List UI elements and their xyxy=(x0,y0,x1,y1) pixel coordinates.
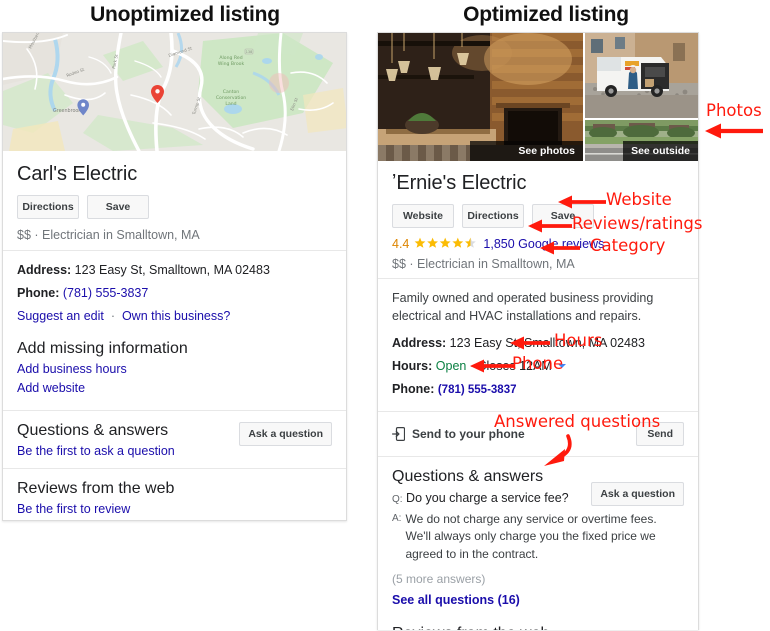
add-website-link[interactable]: Add website xyxy=(17,381,332,395)
map-preview[interactable]: Moulberry St Rodeo St Park St Diamond St… xyxy=(3,33,346,151)
price-level: $$ xyxy=(392,257,406,271)
add-missing-information-heading: Add missing information xyxy=(17,339,188,357)
svg-text:Canton: Canton xyxy=(223,89,240,95)
stars-graphic xyxy=(414,237,477,248)
price-level: $$ xyxy=(17,228,31,242)
hours-status: Open xyxy=(435,358,467,373)
annotation-hours: Hours xyxy=(554,331,603,350)
rating-value: 4.4 xyxy=(392,237,410,251)
qa-question-row[interactable]: Q: Do you charge a service fee? xyxy=(392,491,591,505)
photo-street-view[interactable]: See outside xyxy=(585,120,698,161)
annotation-photos: Photos xyxy=(706,101,762,120)
phone-number-link[interactable]: (781) 555-3837 xyxy=(63,286,148,300)
add-missing-information-block: Add missing information Add business hou… xyxy=(3,331,346,410)
photo-van-graphic xyxy=(585,33,698,118)
optimized-listing-card: See photos See outside ʼ Ernie's Electri… xyxy=(377,32,699,630)
arrow-website xyxy=(558,195,606,209)
unoptimized-listing-card: Moulberry St Rodeo St Park St Diamond St… xyxy=(2,32,347,521)
category-label: Electrician in Smalltown, MA xyxy=(417,257,575,271)
optimized-web-reviews-block: Reviews from the web 4.4/5 Facebook · 1,… xyxy=(378,615,698,630)
own-this-business-link[interactable]: Own this business? xyxy=(122,309,230,323)
optimized-qa-block: Questions & answers Q: Do you charge a s… xyxy=(378,455,698,615)
svg-text:138: 138 xyxy=(246,50,252,54)
separator-dot: · xyxy=(34,228,39,242)
suggest-an-edit-link[interactable]: Suggest an edit xyxy=(17,309,104,323)
photo-van[interactable] xyxy=(585,33,698,118)
reviews-heading-optimized: Reviews from the web xyxy=(392,625,684,630)
star-rating-icon xyxy=(414,237,478,251)
business-name-unoptimized: Carl's Electric xyxy=(17,163,138,185)
business-description: Family owned and operated business provi… xyxy=(392,291,654,323)
address-row: Address: 123 Easy St, Smalltown, MA 0248… xyxy=(17,262,332,278)
unoptimized-header-block: Carl's Electric Directions Save $$ · Ele… xyxy=(3,151,346,250)
website-button[interactable]: Website xyxy=(392,204,454,228)
qa-answer-row: A: We do not charge any service or overt… xyxy=(392,511,684,563)
map-place-label: Greenbrook xyxy=(53,108,81,114)
category-label: Electrician in Smalltown, MA xyxy=(42,228,200,242)
category-line-unoptimized: $$ · Electrician in Smalltown, MA xyxy=(17,228,332,242)
address-label: Address: xyxy=(17,263,72,277)
phone-label: Phone: xyxy=(392,382,435,396)
svg-text:Wing Brook: Wing Brook xyxy=(218,61,245,67)
action-button-row-unoptimized: Directions Save xyxy=(17,195,332,219)
svg-text:Conservation: Conservation xyxy=(216,95,246,101)
annotation-category: Category xyxy=(590,236,666,255)
svg-text:Along Red: Along Red xyxy=(219,55,242,61)
phone-number-link[interactable]: (781) 555-3837 xyxy=(438,384,517,396)
separator-dot: · xyxy=(409,257,414,271)
arrow-reviews-ratings xyxy=(528,219,572,233)
more-answers-label: (5 more answers) xyxy=(392,572,486,587)
phone-label: Phone: xyxy=(17,286,60,301)
add-business-hours-link[interactable]: Add business hours xyxy=(17,362,332,376)
unoptimized-contact-block: Address: 123 Easy St, Smalltown, MA 0248… xyxy=(3,250,346,331)
be-first-to-ask-link[interactable]: Be the first to ask a question xyxy=(17,444,175,458)
unoptimized-qa-block: Questions & answers Be the first to ask … xyxy=(3,409,346,468)
comparison-figure: Unoptimized listing Optimized listing Mo… xyxy=(0,0,770,631)
hours-label: Hours: xyxy=(392,358,433,373)
annotation-reviews-ratings: Reviews/ratings xyxy=(572,214,703,233)
save-button[interactable]: Save xyxy=(87,195,149,219)
directions-button[interactable]: Directions xyxy=(462,204,524,228)
directions-button[interactable]: Directions xyxy=(17,195,79,219)
qa-answer-text: We do not charge any service or overtime… xyxy=(405,511,657,561)
ask-a-question-button[interactable]: Ask a question xyxy=(239,421,332,446)
address-value: 123 Easy St, Smalltown, MA 02483 xyxy=(74,263,270,277)
photo-side-column: See outside xyxy=(585,33,698,161)
map-pin-icon xyxy=(151,85,164,103)
heading-unoptimized: Unoptimized listing xyxy=(90,3,280,26)
see-photos-caption[interactable]: See photos xyxy=(470,141,583,161)
photo-interior[interactable]: See photos xyxy=(378,33,583,161)
address-label: Address: xyxy=(392,335,447,350)
phone-row: Phone: (781) 555-3837 xyxy=(392,381,684,398)
photo-gallery: See photos See outside xyxy=(378,33,698,161)
arrow-answered-questions xyxy=(544,434,572,466)
reviews-heading-unoptimized: Reviews from the web xyxy=(17,479,175,497)
qa-heading-unoptimized: Questions & answers xyxy=(17,421,169,439)
svg-text:Land: Land xyxy=(225,101,236,107)
qa-heading-optimized: Questions & answers xyxy=(392,467,544,485)
see-outside-caption[interactable]: See outside xyxy=(623,141,698,161)
category-line-optimized: $$ · Electrician in Smalltown, MA xyxy=(392,257,684,271)
annotation-phone: Phone xyxy=(512,354,564,373)
send-to-phone-icon xyxy=(392,426,405,441)
heading-optimized: Optimized listing xyxy=(463,3,629,26)
annotation-answered-questions: Answered questions xyxy=(494,412,661,431)
arrow-hours xyxy=(510,336,550,350)
answer-tag: A: xyxy=(392,512,402,524)
arrow-phone xyxy=(470,359,514,373)
edit-links-row: Suggest an edit · Own this business? xyxy=(17,308,231,323)
map-graphic: Moulberry St Rodeo St Park St Diamond St… xyxy=(3,33,346,151)
phone-row: Phone: (781) 555-3837 xyxy=(17,285,332,301)
unoptimized-reviews-block: Reviews from the web Be the first to rev… xyxy=(3,467,346,521)
be-first-to-review-link[interactable]: Be the first to review xyxy=(17,502,332,516)
arrow-category xyxy=(540,241,580,255)
arrow-photos xyxy=(705,123,763,139)
qa-question-text: Do you charge a service fee? xyxy=(406,490,569,505)
ask-a-question-button[interactable]: Ask a question xyxy=(591,481,684,506)
see-all-questions-link[interactable]: See all questions (16) xyxy=(392,593,684,607)
question-tag: Q: xyxy=(392,493,403,505)
annotation-website: Website xyxy=(606,190,672,209)
